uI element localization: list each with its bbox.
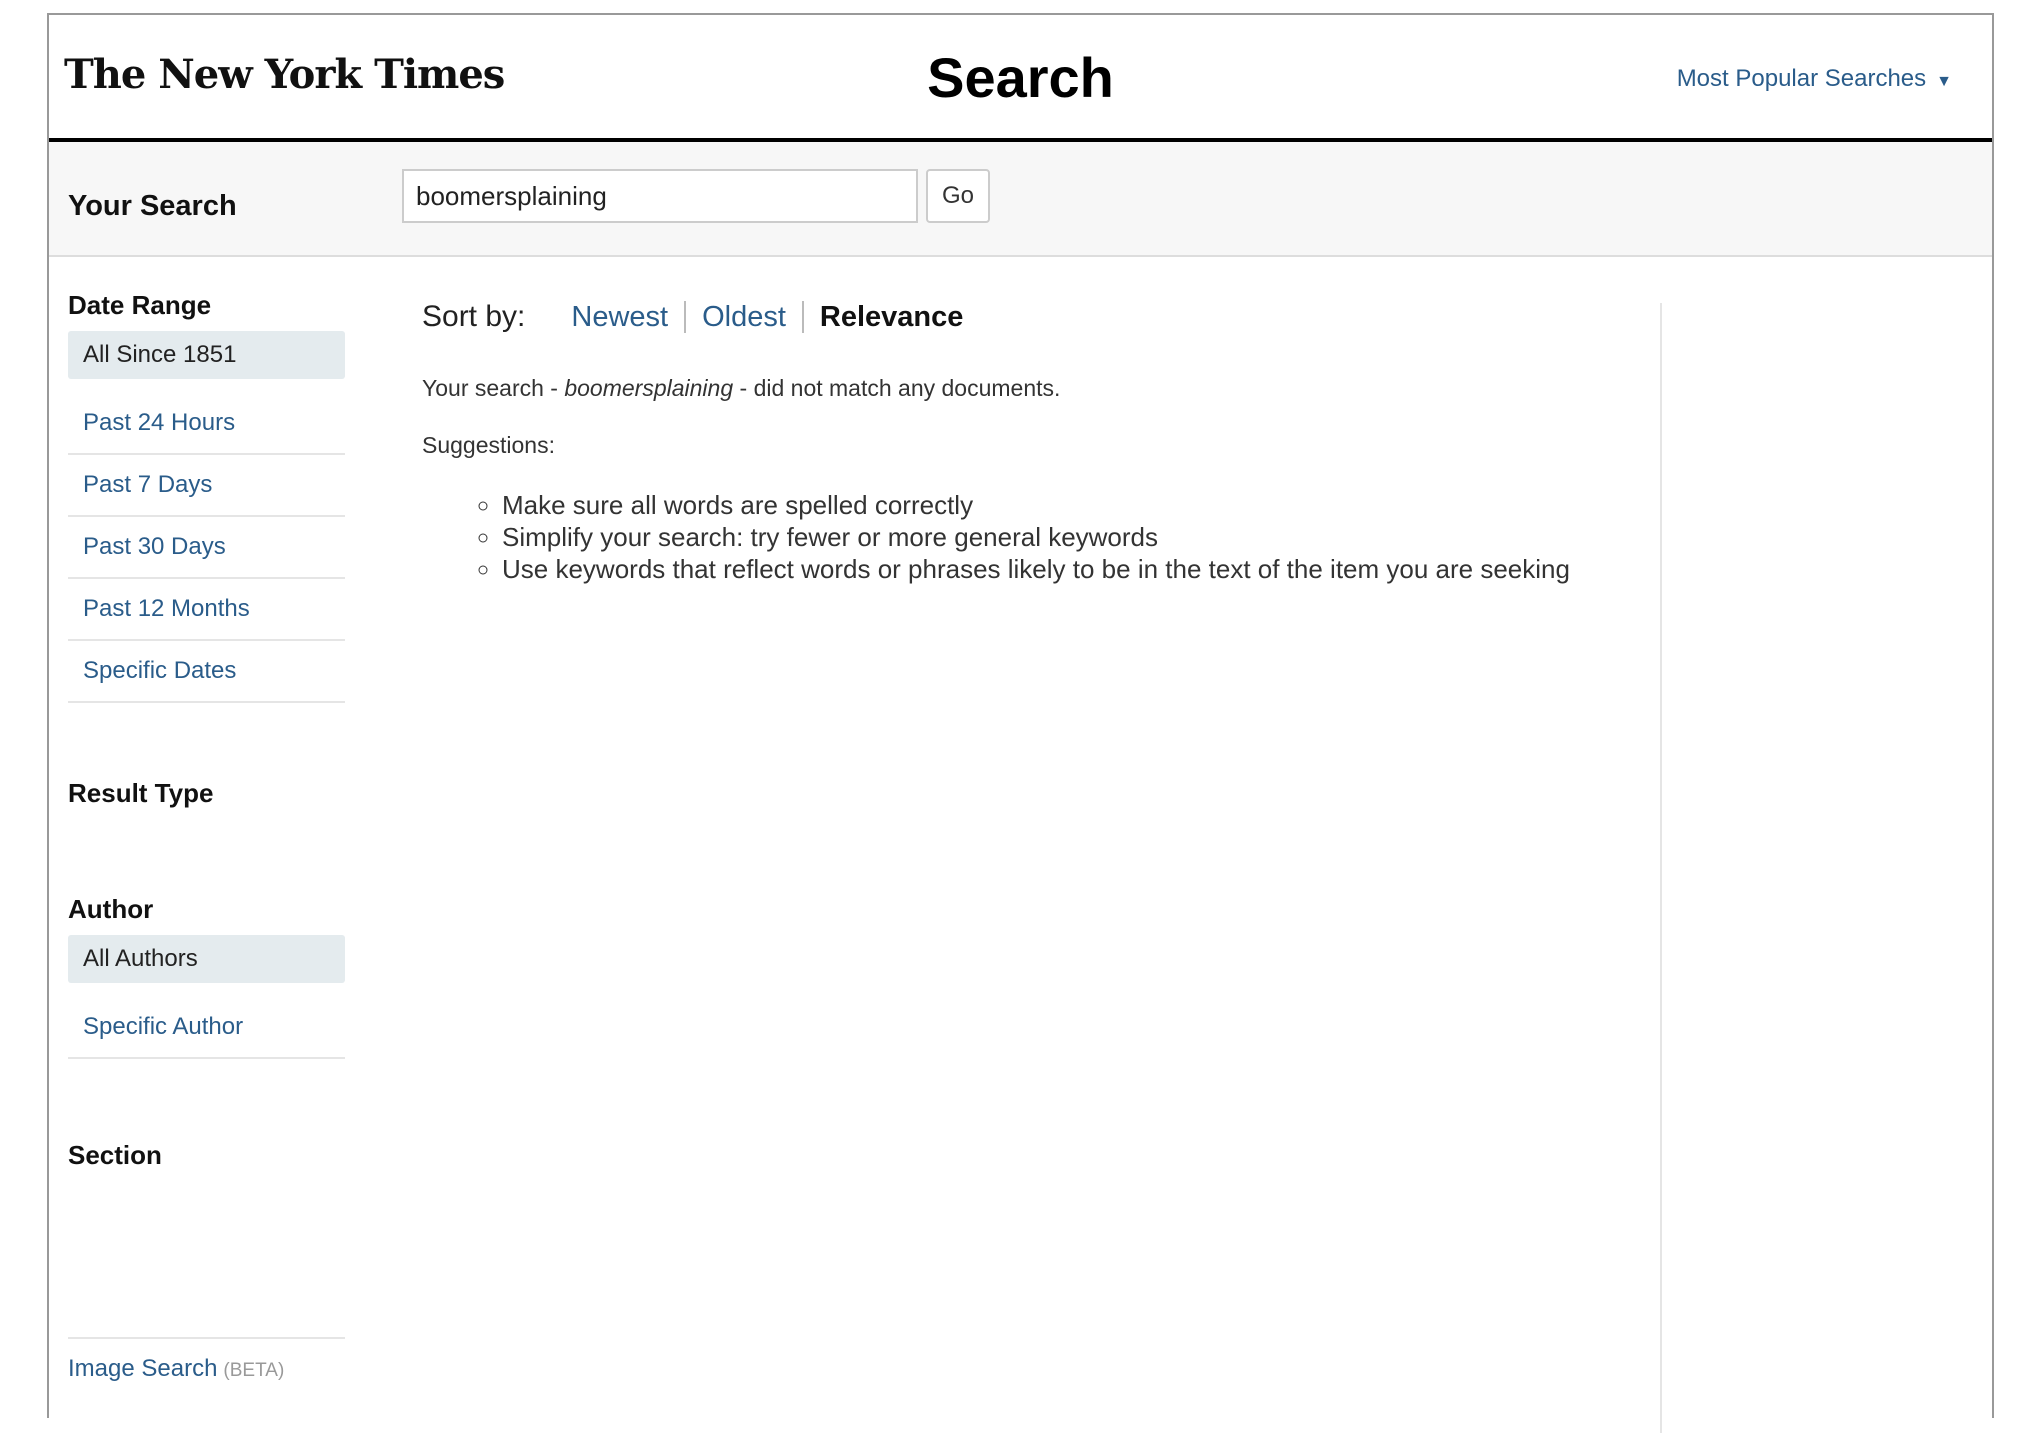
results-main: Sort by: Newest Oldest Relevance Your se… [422, 297, 1572, 585]
facet-date-range: Date Range All Since 1851 Past 24 Hours … [68, 290, 345, 703]
caret-down-icon: ▼ [1936, 73, 1952, 90]
no-results-suffix: - did not match any documents. [733, 375, 1061, 401]
go-button[interactable]: Go [926, 169, 990, 223]
date-range-item-all-since-1851[interactable]: All Since 1851 [68, 331, 345, 379]
search-bar: Your Search Go [49, 142, 1992, 257]
facet-title-result-type: Result Type [68, 778, 214, 808]
facet-author: Author All Authors Specific Author [68, 894, 345, 1059]
search-term: boomersplaining [564, 375, 734, 401]
sort-option-newest[interactable]: Newest [555, 301, 684, 334]
facet-title-section: Section [68, 1140, 162, 1170]
suggestions-label: Suggestions: [422, 432, 555, 458]
facet-result-type: Result Type [68, 778, 345, 819]
facet-title-author: Author [68, 894, 154, 924]
no-results-prefix: Your search - [422, 375, 565, 401]
sort-label: Sort by: [422, 300, 526, 333]
author-list: All Authors Specific Author [68, 935, 345, 1059]
right-column-divider [1660, 303, 1662, 1433]
sort-option-relevance[interactable]: Relevance [804, 301, 980, 334]
search-input[interactable] [402, 169, 918, 223]
sort-option-oldest[interactable]: Oldest [686, 301, 802, 334]
list-item: Simplify your search: try fewer or more … [502, 521, 1572, 553]
list-item: Use keywords that reflect words or phras… [502, 553, 1572, 585]
most-popular-searches-label: Most Popular Searches [1676, 65, 1927, 92]
your-search-label: Your Search [68, 190, 237, 222]
date-range-item-past-12-months[interactable]: Past 12 Months [68, 579, 345, 641]
beta-badge: (BETA) [223, 1360, 285, 1381]
author-item-specific-author[interactable]: Specific Author [68, 997, 345, 1059]
date-range-item-past-30-days[interactable]: Past 30 Days [68, 517, 345, 579]
image-search-link[interactable]: Image Search [68, 1355, 217, 1382]
sort-bar: Sort by: Newest Oldest Relevance [422, 297, 1572, 337]
list-item: Make sure all words are spelled correctl… [502, 489, 1572, 521]
author-item-all-authors[interactable]: All Authors [68, 935, 345, 983]
date-range-item-specific-dates[interactable]: Specific Dates [68, 641, 345, 703]
facet-title-date-range: Date Range [68, 290, 212, 320]
page-frame: The New York Times Search Most Popular S… [47, 13, 1994, 1433]
image-search: Image Search (BETA) [68, 1337, 345, 1383]
masthead: The New York Times Search Most Popular S… [49, 15, 1992, 142]
suggestions-list: Make sure all words are spelled correctl… [422, 489, 1572, 585]
facet-section: Section [68, 1140, 345, 1181]
date-range-list: All Since 1851 Past 24 Hours Past 7 Days… [68, 331, 345, 703]
date-range-item-past-24-hours[interactable]: Past 24 Hours [68, 393, 345, 455]
most-popular-searches-dropdown[interactable]: Most Popular Searches ▼ [1677, 65, 1952, 93]
date-range-item-past-7-days[interactable]: Past 7 Days [68, 455, 345, 517]
no-results-message: Your search - boomersplaining - did not … [422, 375, 1572, 402]
